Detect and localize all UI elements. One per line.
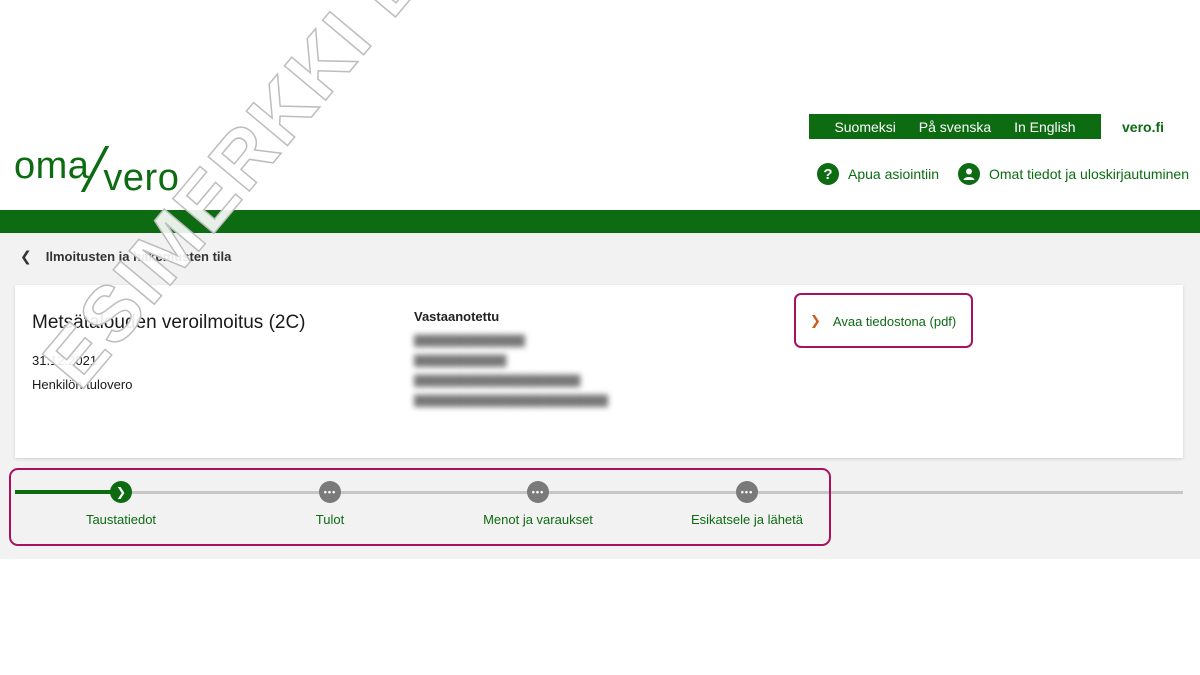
declaration-type: Henkilön tulovero: [32, 377, 133, 392]
logo-text-vero: vero: [103, 157, 180, 199]
help-label: Apua asiointiin: [848, 166, 940, 182]
logo-text-oma: oma: [14, 145, 90, 187]
vero-fi-link[interactable]: vero.fi: [1122, 119, 1164, 135]
declaration-card: Metsätalouden veroilmoitus (2C) 31.12.20…: [15, 285, 1183, 458]
language-bar: Suomeksi På svenska In English: [809, 114, 1101, 139]
open-pdf-label: Avaa tiedostona (pdf): [832, 313, 957, 329]
open-pdf-link[interactable]: ❯ Avaa tiedostona (pdf): [810, 313, 956, 329]
header-band: [0, 210, 1200, 233]
help-link[interactable]: ? Apua asiointiin: [817, 163, 939, 185]
lang-finnish[interactable]: Suomeksi: [834, 119, 895, 135]
redacted-line: ▇▇▇▇▇▇▇▇▇▇▇▇▇▇▇▇▇▇▇▇▇: [414, 393, 608, 407]
redacted-line: ▇▇▇▇▇▇▇▇▇▇: [414, 353, 507, 367]
question-icon: ?: [817, 163, 839, 185]
omavero-logo[interactable]: oma vero: [14, 145, 179, 197]
declaration-date: 31.12.2021: [32, 353, 98, 368]
lang-english[interactable]: In English: [1014, 119, 1075, 135]
redacted-line: ▇▇▇▇▇▇▇▇▇▇▇▇: [414, 333, 525, 347]
redacted-line: ▇▇▇▇▇▇▇▇▇▇▇▇▇▇▇▇▇▇: [414, 373, 581, 387]
back-label: Ilmoitusten ja hakemusten tila: [45, 249, 232, 264]
steps-highlight-box: [9, 468, 831, 546]
back-link[interactable]: ❮ Ilmoitusten ja hakemusten tila: [20, 248, 231, 265]
lang-swedish[interactable]: På svenska: [919, 119, 991, 135]
user-icon: [958, 163, 980, 185]
status-heading: Vastaanotettu: [414, 309, 500, 324]
chevron-left-icon: ❮: [20, 248, 32, 264]
declaration-title: Metsätalouden veroilmoitus (2C): [32, 312, 306, 333]
user-menu-link[interactable]: Omat tiedot ja uloskirjautuminen: [958, 163, 1189, 185]
chevron-right-icon: ❯: [810, 313, 821, 328]
user-label: Omat tiedot ja uloskirjautuminen: [989, 166, 1189, 182]
